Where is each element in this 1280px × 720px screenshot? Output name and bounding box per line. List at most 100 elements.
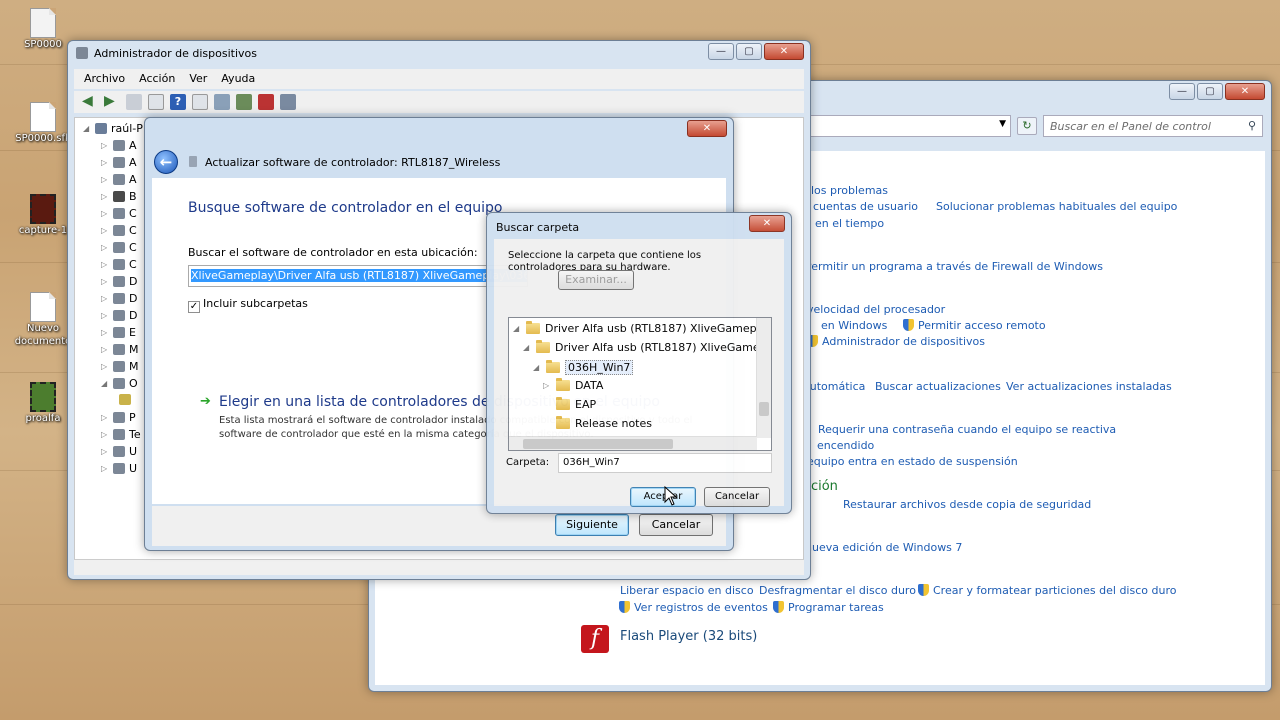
expand-arrow-icon[interactable]: ◢ [83, 124, 91, 133]
tree-item[interactable]: ▷ A [101, 173, 137, 186]
expand-arrow-icon[interactable]: ▷ [101, 243, 109, 252]
expand-arrow-icon[interactable]: ▷ [101, 328, 109, 337]
back-arrow-icon[interactable]: ◀ [82, 94, 98, 110]
close-button[interactable]: ✕ [764, 43, 804, 60]
folder-item[interactable]: Release notes [543, 416, 652, 430]
link-in-windows[interactable]: en Windows [821, 319, 887, 332]
menu-ver[interactable]: Ver [189, 72, 207, 86]
expand-arrow-icon[interactable]: ▷ [101, 277, 109, 286]
expand-arrow-icon[interactable]: ▷ [543, 381, 551, 390]
link-restore-backup[interactable]: Restaurar archivos desde copia de seguri… [843, 498, 1091, 511]
tree-item[interactable]: ▷ C [101, 241, 137, 254]
collapse-arrow-icon[interactable]: ◢ [533, 363, 541, 372]
link-power-on[interactable]: encendido [817, 439, 874, 452]
expand-arrow-icon[interactable]: ▷ [101, 226, 109, 235]
maximize-button[interactable]: ▢ [1197, 83, 1223, 100]
tree-item[interactable]: ▷ A [101, 139, 137, 152]
close-button[interactable]: ✕ [687, 120, 727, 137]
menu-archivo[interactable]: Archivo [84, 72, 125, 86]
tree-item[interactable]: ▷ E [101, 326, 136, 339]
maximize-button[interactable]: ▢ [736, 43, 762, 60]
tree-item[interactable]: ▷ B [101, 190, 137, 203]
expand-arrow-icon[interactable]: ▷ [101, 464, 109, 473]
update-driver-icon[interactable] [236, 94, 252, 110]
tree-item[interactable]: ▷ M [101, 343, 139, 356]
disable-device-icon[interactable] [280, 94, 296, 110]
next-button[interactable]: Siguiente [555, 514, 629, 536]
path-input[interactable]: XliveGameplay\Driver Alfa usb (RTL8187) … [188, 265, 528, 287]
include-subfolders-checkbox[interactable]: ✓ [188, 301, 200, 313]
link-installed-updates[interactable]: Ver actualizaciones instaladas [1006, 380, 1172, 393]
expand-arrow-icon[interactable]: ▷ [101, 362, 109, 371]
expand-arrow-icon[interactable]: ▷ [101, 175, 109, 184]
link-automatic[interactable]: automática [803, 380, 865, 393]
expand-arrow-icon[interactable]: ▷ [101, 158, 109, 167]
link-windows-edition[interactable]: nueva edición de Windows 7 [805, 541, 962, 554]
link-remote-access[interactable]: Permitir acceso remoto [903, 319, 1046, 332]
expand-arrow-icon[interactable]: ▷ [101, 311, 109, 320]
tree-item[interactable]: ▷ C [101, 258, 137, 271]
tree-item[interactable]: ▷ D [101, 309, 137, 322]
collapse-arrow-icon[interactable]: ◢ [513, 324, 521, 333]
tree-item[interactable]: ▷ C [101, 207, 137, 220]
expand-arrow-icon[interactable]: ▷ [101, 413, 109, 422]
expand-arrow-icon[interactable]: ▷ [101, 260, 109, 269]
tree-item[interactable]: ▷ P [101, 411, 136, 424]
tree-item[interactable]: ▷ M [101, 360, 139, 373]
expand-arrow-icon[interactable]: ▷ [101, 345, 109, 354]
minimize-button[interactable]: — [708, 43, 734, 60]
link-time[interactable]: en el tiempo [815, 217, 884, 230]
collapse-arrow-icon[interactable]: ◢ [101, 379, 109, 388]
link-free-disk-space[interactable]: Liberar espacio en disco [620, 584, 754, 597]
minimize-button[interactable]: — [1169, 83, 1195, 100]
scan-hardware-icon[interactable] [214, 94, 230, 110]
tree-item-expanded[interactable]: ◢ O [101, 377, 138, 390]
link-sleep[interactable]: equipo entra en estado de suspensión [807, 455, 1018, 468]
tree-root[interactable]: ◢ raúl-P [83, 122, 143, 135]
link-schedule-tasks[interactable]: Programar tareas [773, 601, 884, 614]
menu-accion[interactable]: Acción [139, 72, 175, 86]
link-solve-problems[interactable]: los problemas [811, 184, 888, 197]
expand-arrow-icon[interactable]: ▷ [101, 209, 109, 218]
expand-arrow-icon[interactable]: ▷ [101, 447, 109, 456]
cancel-button[interactable]: Cancelar [639, 514, 713, 536]
horizontal-scrollbar[interactable] [509, 436, 757, 450]
back-arrow-icon[interactable]: ← [154, 150, 178, 174]
help-icon[interactable]: ? [170, 94, 186, 110]
link-event-logs[interactable]: Ver registros de eventos [619, 601, 768, 614]
search-input[interactable]: Buscar en el Panel de control ⚲ [1043, 115, 1263, 137]
close-button[interactable]: ✕ [749, 215, 785, 232]
tree-item-child[interactable] [119, 394, 135, 405]
tree-item[interactable]: ▷ U [101, 445, 137, 458]
menu-ayuda[interactable]: Ayuda [221, 72, 255, 86]
folder-item[interactable]: EAP [543, 397, 596, 411]
folder-item[interactable]: ▷ DATA [543, 378, 603, 392]
accept-button[interactable]: Aceptar [630, 487, 696, 507]
expand-arrow-icon[interactable]: ▷ [101, 192, 109, 201]
tree-item[interactable]: ▷ Te [101, 428, 141, 441]
scrollbar-thumb[interactable] [759, 402, 769, 416]
refresh-icon[interactable]: ↻ [1017, 117, 1037, 135]
expand-arrow-icon[interactable]: ▷ [101, 294, 109, 303]
properties-icon[interactable] [126, 94, 142, 110]
folder-tree[interactable]: ◢ Driver Alfa usb (RTL8187) XliveGameplay… [508, 317, 772, 451]
collapse-arrow-icon[interactable]: ◢ [523, 343, 531, 352]
expand-arrow-icon[interactable]: ▷ [101, 430, 109, 439]
link-require-password[interactable]: Requerir una contraseña cuando el equipo… [818, 423, 1116, 436]
examine-button[interactable]: Examinar... [558, 270, 634, 290]
vertical-scrollbar[interactable] [756, 318, 771, 438]
link-partitions[interactable]: Crear y formatear particiones del disco … [918, 584, 1176, 597]
uninstall-icon[interactable] [258, 94, 274, 110]
link-firewall-allow[interactable]: Permitir un programa a través de Firewal… [805, 260, 1103, 273]
tree-item[interactable]: ▷ A [101, 156, 137, 169]
folder-item-selected[interactable]: ◢ 036H_Win7 [533, 360, 634, 375]
link-user-accounts[interactable]: cuentas de usuario [813, 200, 918, 213]
scrollbar-thumb[interactable] [523, 439, 673, 449]
expand-arrow-icon[interactable]: ▷ [101, 141, 109, 150]
folder-item[interactable]: ◢ Driver Alfa usb (RTL8187) XliveGameplay [523, 340, 771, 354]
link-cpu-speed[interactable]: velocidad del procesador [807, 303, 945, 316]
window-icon[interactable] [192, 94, 208, 110]
tree-item[interactable]: ▷ C [101, 224, 137, 237]
dialog-cancel-button[interactable]: Cancelar [704, 487, 770, 507]
close-button[interactable]: ✕ [1225, 83, 1265, 100]
